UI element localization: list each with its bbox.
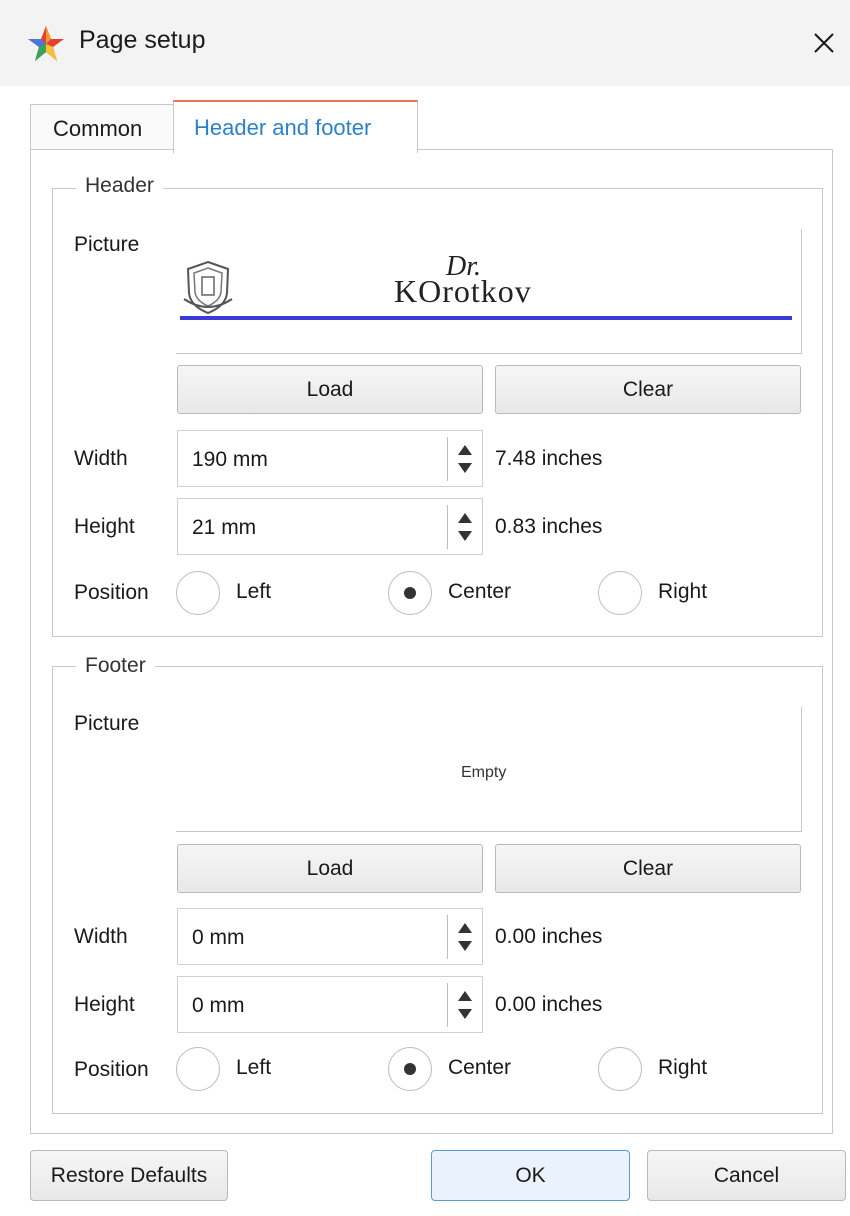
footer-width-inches: 0.00 inches [495,925,603,948]
app-icon [28,26,64,61]
tab-header-and-footer[interactable]: Header and footer [173,100,418,153]
triangle-up-icon[interactable] [457,444,473,456]
footer-width-value: 0 mm [192,926,245,949]
logo-text: KOrotkov [394,273,532,309]
triangle-down-icon[interactable] [457,1008,473,1020]
triangle-up-icon[interactable] [457,922,473,934]
header-height-label: Height [74,515,135,538]
footer-picture-preview: Empty [176,707,802,832]
header-clear-button[interactable]: Clear [495,365,801,414]
footer-legend: Footer [76,654,155,678]
header-position-right-label[interactable]: Right [658,580,707,604]
header-position-right-radio[interactable] [598,571,642,615]
shield-emblem-icon [183,260,233,315]
footer-height-label: Height [74,993,135,1016]
footer-height-value: 0 mm [192,994,245,1017]
restore-defaults-button[interactable]: Restore Defaults [30,1150,228,1201]
footer-position-left-radio[interactable] [176,1047,220,1091]
footer-height-spinbox[interactable]: 0 mm [177,976,483,1033]
triangle-up-icon[interactable] [457,990,473,1002]
footer-position-center-label[interactable]: Center [448,1056,511,1080]
footer-height-inches: 0.00 inches [495,993,603,1016]
header-height-inches: 0.83 inches [495,515,603,538]
tab-common[interactable]: Common [30,104,175,151]
header-position-center-radio[interactable] [388,571,432,615]
tab-header-and-footer-label: Header and footer [194,115,372,140]
header-height-spinbox[interactable]: 21 mm [177,498,483,555]
header-position-label: Position [74,581,149,604]
close-icon[interactable] [807,26,841,60]
footer-width-label: Width [74,925,128,948]
triangle-down-icon[interactable] [457,530,473,542]
footer-clear-button[interactable]: Clear [495,844,801,893]
header-position-left-label[interactable]: Left [236,580,271,604]
ok-button[interactable]: OK [431,1150,630,1201]
header-rule [180,316,792,320]
header-width-inches: 7.48 inches [495,447,603,470]
header-load-button[interactable]: Load [177,365,483,414]
footer-load-button[interactable]: Load [177,844,483,893]
footer-position-center-radio[interactable] [388,1047,432,1091]
footer-position-left-label[interactable]: Left [236,1056,271,1080]
triangle-up-icon[interactable] [457,512,473,524]
footer-width-spinbox[interactable]: 0 mm [177,908,483,965]
footer-picture-empty: Empty [461,764,507,781]
footer-position-right-label[interactable]: Right [658,1056,707,1080]
header-position-center-label[interactable]: Center [448,580,511,604]
triangle-down-icon[interactable] [457,940,473,952]
header-width-label: Width [74,447,128,470]
window-title: Page setup [79,26,206,54]
header-picture-preview: Dr. KOrotkov [176,229,802,354]
triangle-down-icon[interactable] [457,462,473,474]
tab-common-label: Common [53,116,143,141]
footer-picture-label: Picture [74,712,140,735]
header-picture-label: Picture [74,233,140,256]
footer-position-label: Position [74,1058,149,1081]
header-height-value: 21 mm [192,516,257,539]
header-position-left-radio[interactable] [176,571,220,615]
header-legend: Header [76,174,163,198]
header-width-value: 190 mm [192,448,268,471]
header-width-spinbox[interactable]: 190 mm [177,430,483,487]
footer-position-right-radio[interactable] [598,1047,642,1091]
cancel-button[interactable]: Cancel [647,1150,846,1201]
